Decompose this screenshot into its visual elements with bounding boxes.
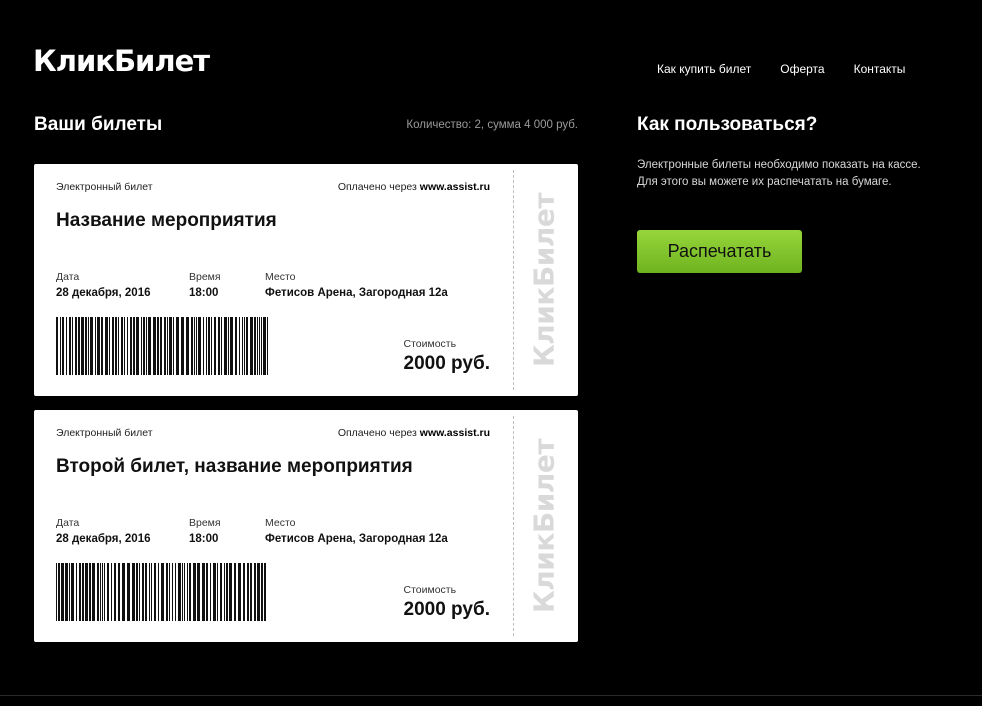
- ticket-date: Дата 28 декабря, 2016: [56, 517, 151, 545]
- ticket-place: Место Фетисов Арена, Загородная 12а: [265, 271, 448, 299]
- place-label: Место: [265, 271, 296, 283]
- ticket-paid-via: Оплачено через www.assist.ru: [338, 427, 490, 439]
- ticket-time: Время 18:00: [189, 517, 221, 545]
- cost-label: Стоимость: [403, 338, 457, 350]
- ticket-kind: Электронный билет: [56, 427, 153, 439]
- date-value: 28 декабря, 2016: [56, 533, 151, 545]
- barcode: [56, 563, 266, 621]
- ticket-cost: Стоимость 2000 руб.: [404, 584, 490, 621]
- place-label: Место: [265, 517, 296, 529]
- ticket-price: 2000 руб.: [403, 353, 490, 374]
- ticket-cost: Стоимость 2000 руб.: [404, 338, 490, 375]
- nav-how-to-buy[interactable]: Как купить билет: [657, 62, 751, 76]
- tickets-summary: Количество: 2, сумма 4 000 руб.: [406, 119, 578, 131]
- time-label: Время: [189, 517, 221, 529]
- ticket-date: Дата 28 декабря, 2016: [56, 271, 151, 299]
- event-name: Название мероприятия: [56, 210, 277, 231]
- help-text: Электронные билеты необходимо показать н…: [637, 159, 921, 188]
- place-value: Фетисов Арена, Загородная 12а: [265, 287, 448, 299]
- nav-offer[interactable]: Оферта: [780, 62, 824, 76]
- ticket-place: Место Фетисов Арена, Загородная 12а: [265, 517, 448, 545]
- ticket-paid-via: Оплачено через www.assist.ru: [338, 181, 490, 193]
- date-label: Дата: [56, 517, 80, 529]
- paid-site: www.assist.ru: [419, 427, 490, 439]
- top-nav: Как купить билет Оферта Контакты: [657, 62, 934, 76]
- paid-prefix: Оплачено через: [337, 181, 417, 193]
- place-value: Фетисов Арена, Загородная 12а: [265, 533, 448, 545]
- perforation-line: [513, 416, 514, 636]
- footer-divider: [0, 695, 982, 696]
- time-label: Время: [189, 271, 221, 283]
- ticket-kind: Электронный билет: [56, 181, 153, 193]
- barcode: [56, 317, 268, 375]
- paid-prefix: Оплачено через: [337, 427, 417, 439]
- help-title: Как пользоваться?: [637, 114, 818, 135]
- cost-label: Стоимость: [403, 584, 457, 596]
- ticket-price: 2000 руб.: [403, 599, 490, 620]
- ticket-card: Электронный билет Оплачено через www.ass…: [34, 164, 578, 396]
- nav-contacts[interactable]: Контакты: [854, 62, 906, 76]
- print-button[interactable]: Распечатать: [637, 230, 802, 273]
- ticket-card: Электронный билет Оплачено через www.ass…: [34, 410, 578, 642]
- logo[interactable]: КликБилет: [33, 44, 210, 78]
- ticket-stub-logo: КликБилет: [527, 192, 561, 368]
- perforation-line: [513, 170, 514, 390]
- date-label: Дата: [56, 271, 80, 283]
- tickets-title: Ваши билеты: [34, 114, 163, 135]
- event-name: Второй билет, название мероприятия: [56, 456, 413, 477]
- ticket-stub-logo: КликБилет: [527, 438, 561, 614]
- time-value: 18:00: [189, 287, 219, 299]
- paid-site: www.assist.ru: [419, 181, 490, 193]
- ticket-time: Время 18:00: [189, 271, 221, 299]
- time-value: 18:00: [189, 533, 219, 545]
- date-value: 28 декабря, 2016: [56, 287, 151, 299]
